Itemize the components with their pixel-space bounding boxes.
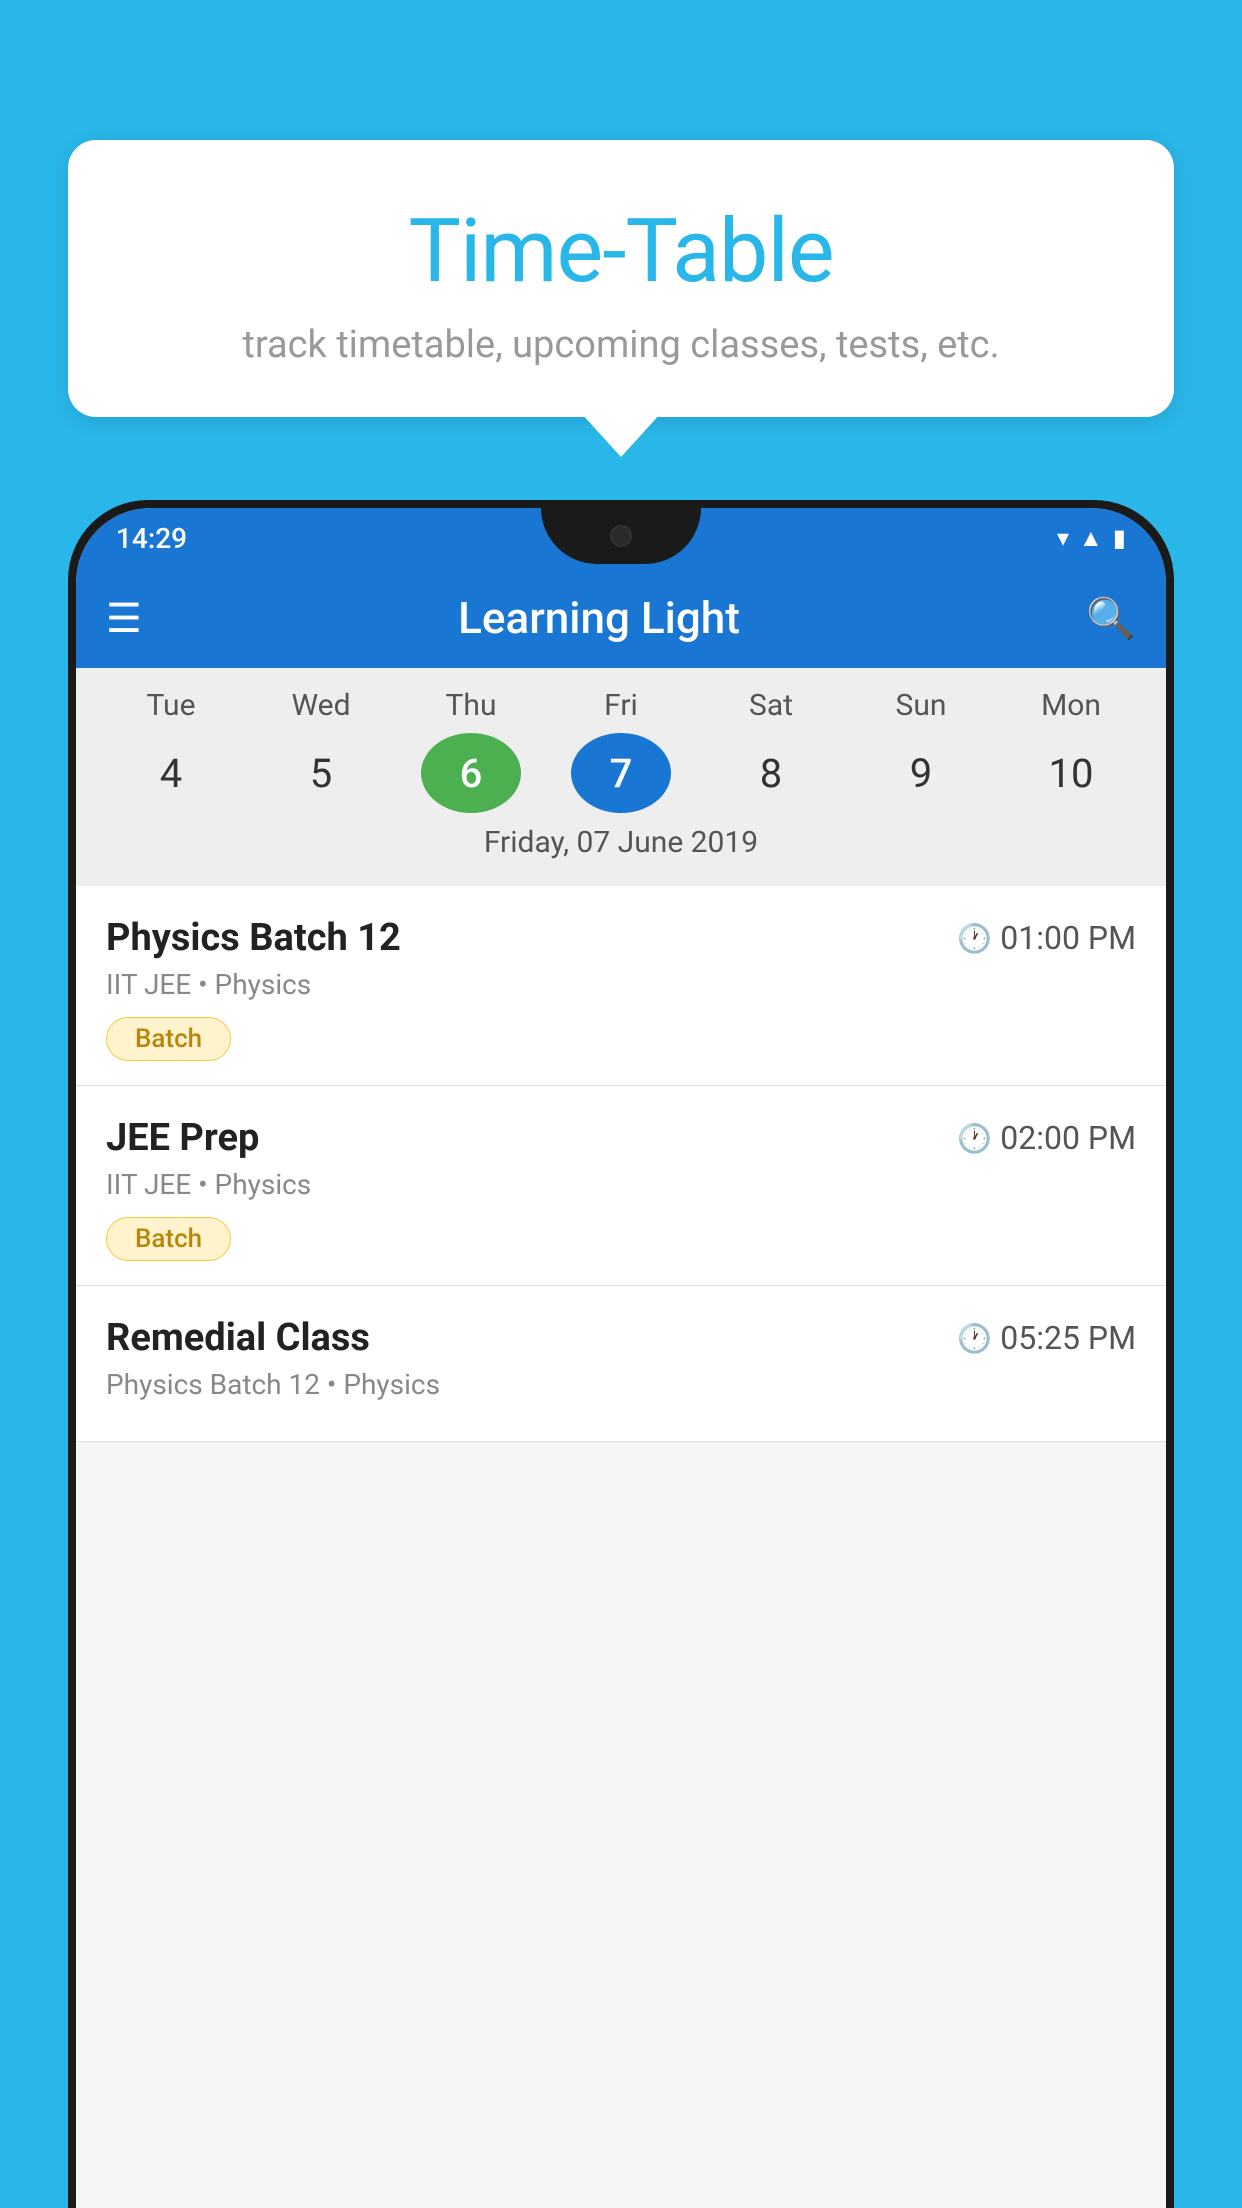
schedule-subtitle-3: Physics Batch 12 • Physics (106, 1368, 1136, 1401)
battery-icon: ▮ (1113, 524, 1126, 552)
schedule-item-3-header: Remedial Class 🕐 05:25 PM (106, 1316, 1136, 1360)
schedule-title-3: Remedial Class (106, 1316, 370, 1360)
day-5[interactable]: 5 (271, 733, 371, 813)
tooltip-card: Time-Table track timetable, upcoming cla… (68, 140, 1174, 417)
status-bar: 14:29 ▾ ▲ ▮ (76, 508, 1166, 568)
clock-icon-2: 🕐 (957, 1122, 992, 1155)
schedule-title-2: JEE Prep (106, 1116, 259, 1160)
selected-date: Friday, 07 June 2019 (76, 813, 1166, 876)
schedule-time-1: 🕐 01:00 PM (957, 919, 1136, 957)
day-header-tue: Tue (121, 688, 221, 723)
clock-icon-3: 🕐 (957, 1322, 992, 1355)
calendar-strip: Tue Wed Thu Fri Sat Sun Mon 4 5 6 7 8 9 … (76, 668, 1166, 886)
day-9[interactable]: 9 (871, 733, 971, 813)
phone-notch (541, 508, 701, 564)
schedule-list: Physics Batch 12 🕐 01:00 PM IIT JEE • Ph… (76, 886, 1166, 1442)
day-7-selected[interactable]: 7 (571, 733, 671, 813)
day-10[interactable]: 10 (1021, 733, 1121, 813)
schedule-subtitle-2: IIT JEE • Physics (106, 1168, 1136, 1201)
day-header-fri: Fri (571, 688, 671, 723)
schedule-item-1-header: Physics Batch 12 🕐 01:00 PM (106, 916, 1136, 960)
app-bar: ☰ Learning Light 🔍 (76, 568, 1166, 668)
phone-inner: 14:29 ▾ ▲ ▮ ☰ Learning Light 🔍 Tue (76, 508, 1166, 2208)
day-headers: Tue Wed Thu Fri Sat Sun Mon (76, 688, 1166, 723)
wifi-icon: ▾ (1057, 524, 1069, 552)
day-8[interactable]: 8 (721, 733, 821, 813)
day-header-thu: Thu (421, 688, 521, 723)
day-header-wed: Wed (271, 688, 371, 723)
status-icons: ▾ ▲ ▮ (1057, 524, 1126, 553)
schedule-time-2: 🕐 02:00 PM (957, 1119, 1136, 1157)
day-header-sun: Sun (871, 688, 971, 723)
search-icon[interactable]: 🔍 (1086, 595, 1136, 642)
schedule-item-1[interactable]: Physics Batch 12 🕐 01:00 PM IIT JEE • Ph… (76, 886, 1166, 1086)
schedule-item-2[interactable]: JEE Prep 🕐 02:00 PM IIT JEE • Physics Ba… (76, 1086, 1166, 1286)
time-value-1: 01:00 PM (1000, 919, 1136, 957)
app-title: Learning Light (142, 592, 1056, 644)
day-4[interactable]: 4 (121, 733, 221, 813)
schedule-subtitle-1: IIT JEE • Physics (106, 968, 1136, 1001)
day-header-sat: Sat (721, 688, 821, 723)
schedule-title-1: Physics Batch 12 (106, 916, 401, 960)
tooltip-subtitle: track timetable, upcoming classes, tests… (118, 323, 1124, 367)
phone-frame: 14:29 ▾ ▲ ▮ ☰ Learning Light 🔍 Tue (68, 500, 1174, 2208)
phone-screen: 14:29 ▾ ▲ ▮ ☰ Learning Light 🔍 Tue (76, 508, 1166, 2208)
status-time: 14:29 (116, 522, 187, 555)
menu-icon[interactable]: ☰ (106, 595, 142, 642)
day-numbers: 4 5 6 7 8 9 10 (76, 733, 1166, 813)
batch-badge-1: Batch (106, 1017, 231, 1061)
day-6-today[interactable]: 6 (421, 733, 521, 813)
front-camera (610, 525, 632, 547)
clock-icon-1: 🕐 (957, 922, 992, 955)
schedule-time-3: 🕐 05:25 PM (957, 1319, 1136, 1357)
signal-icon: ▲ (1079, 524, 1103, 553)
batch-badge-2: Batch (106, 1217, 231, 1261)
tooltip-title: Time-Table (118, 200, 1124, 303)
time-value-2: 02:00 PM (1000, 1119, 1136, 1157)
schedule-item-2-header: JEE Prep 🕐 02:00 PM (106, 1116, 1136, 1160)
day-header-mon: Mon (1021, 688, 1121, 723)
schedule-item-3[interactable]: Remedial Class 🕐 05:25 PM Physics Batch … (76, 1286, 1166, 1442)
time-value-3: 05:25 PM (1000, 1319, 1136, 1357)
